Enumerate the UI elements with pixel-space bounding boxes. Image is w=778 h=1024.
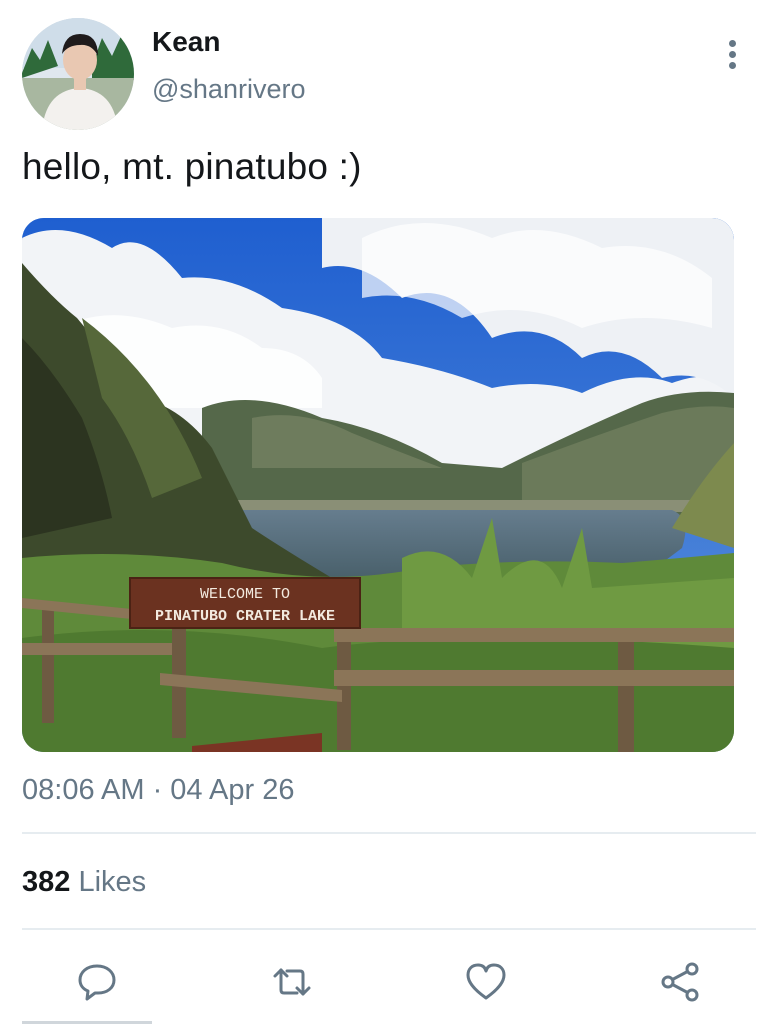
display-name[interactable]: Kean xyxy=(152,26,220,58)
avatar[interactable] xyxy=(22,18,134,130)
more-options-icon[interactable] xyxy=(718,36,748,72)
retweet-icon[interactable] xyxy=(268,958,316,1006)
sign-line-1: WELCOME TO xyxy=(200,586,290,603)
likes-label: Likes xyxy=(78,866,147,898)
divider xyxy=(22,832,756,834)
likes-count[interactable]: 382 Likes xyxy=(22,866,146,899)
crater-lake-photo: WELCOME TO PINATUBO CRATER LAKE xyxy=(22,218,734,752)
tweet-text: hello, mt. pinatubo :) xyxy=(22,146,362,187)
avatar-image xyxy=(22,18,134,130)
likes-number: 382 xyxy=(22,866,71,898)
reply-icon[interactable] xyxy=(73,958,121,1006)
tweet-timestamp[interactable]: 08:06 AM · 04 Apr 26 xyxy=(22,774,294,807)
user-handle[interactable]: @shanrivero xyxy=(152,74,305,105)
next-item-cutoff xyxy=(22,1018,182,1024)
divider xyxy=(22,928,756,930)
tweet-photo[interactable]: WELCOME TO PINATUBO CRATER LAKE xyxy=(22,218,734,752)
sign-line-2: PINATUBO CRATER LAKE xyxy=(155,608,335,625)
like-icon[interactable] xyxy=(462,958,510,1006)
share-icon[interactable] xyxy=(656,958,704,1006)
